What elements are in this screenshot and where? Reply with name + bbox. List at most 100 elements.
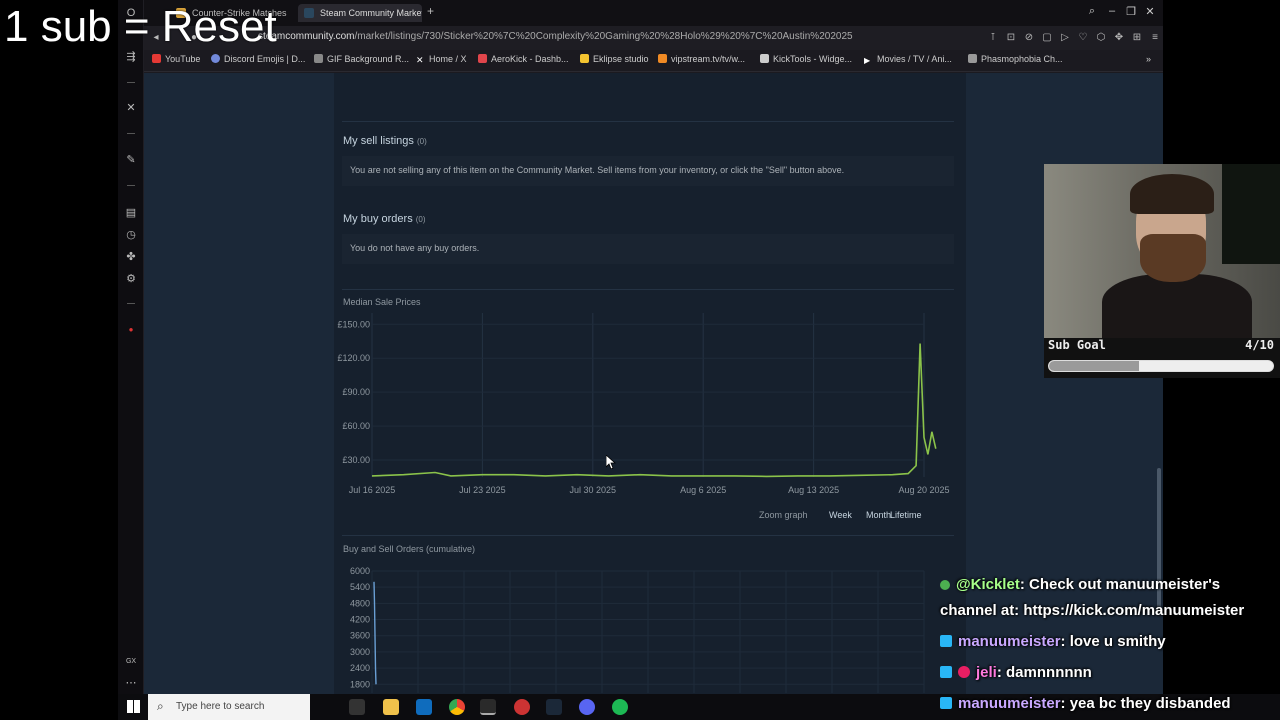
sub-goal-count: 4/10 bbox=[1245, 338, 1274, 352]
snapshot-icon[interactable]: ⊡ bbox=[1005, 32, 1017, 44]
webcam-feed bbox=[1044, 164, 1280, 338]
y-tick-label: 4200 bbox=[350, 615, 370, 625]
close-icon[interactable]: ✕ bbox=[1143, 5, 1157, 18]
minimize-icon[interactable]: – bbox=[1105, 5, 1119, 17]
gamepad-icon[interactable]: ✥ bbox=[1113, 32, 1125, 44]
sell-listings-box: You are not selling any of this item on … bbox=[342, 156, 954, 186]
shield-icon[interactable]: ⊘ bbox=[1023, 32, 1035, 44]
x-tick-label: Jul 23 2025 bbox=[459, 485, 506, 495]
bookmark-discord-emojis[interactable]: Discord Emojis | D... bbox=[211, 54, 305, 64]
vipstream-icon bbox=[658, 54, 667, 63]
sidebar-divider bbox=[127, 133, 135, 134]
webcam-shirt bbox=[1102, 274, 1252, 338]
search-tabs-icon[interactable]: ⌕ bbox=[1085, 5, 1099, 18]
new-tab-button[interactable]: + bbox=[427, 4, 434, 18]
moderator-badge-icon bbox=[958, 666, 970, 678]
bookmark-phasmophobia[interactable]: Phasmophobia Ch... bbox=[968, 54, 1063, 64]
buy-orders-title: My buy orders (0) bbox=[343, 213, 426, 225]
stream-overlay-title: 1 sub = Reset bbox=[4, 2, 277, 51]
gx-control-icon[interactable]: ⇶ bbox=[124, 50, 138, 64]
more-icon[interactable]: ⋯ bbox=[124, 676, 138, 690]
steam-taskbar-icon[interactable] bbox=[546, 699, 562, 715]
y-tick-label: 5400 bbox=[350, 582, 370, 592]
sidebar-divider bbox=[127, 185, 135, 186]
bookmarks-bar: YouTube Discord Emojis | D... GIF Backgr… bbox=[118, 50, 1163, 72]
grid-icon[interactable]: ⊞ bbox=[1131, 32, 1143, 44]
webcam-hair bbox=[1130, 174, 1214, 214]
y-tick-label: 6000 bbox=[350, 566, 370, 576]
median-price-line bbox=[371, 343, 937, 478]
x-tick-label: Aug 20 2025 bbox=[898, 485, 949, 495]
bookmark-vipstream[interactable]: vipstream.tv/tv/w... bbox=[658, 54, 745, 64]
zoom-lifetime-button[interactable]: Lifetime bbox=[890, 510, 922, 520]
url-text[interactable]: steamcommunity.com/market/listings/730/S… bbox=[258, 31, 853, 42]
app-icon[interactable] bbox=[514, 699, 530, 715]
webcam-beard bbox=[1140, 234, 1206, 282]
x-tick-label: Aug 13 2025 bbox=[788, 485, 839, 495]
settings-icon[interactable]: ⚙ bbox=[124, 272, 138, 286]
more-bookmarks-icon[interactable]: » bbox=[1146, 54, 1151, 64]
file-explorer-icon[interactable] bbox=[383, 699, 399, 715]
taskbar-search[interactable]: ⌕ Type here to search bbox=[148, 694, 310, 720]
orders-chart[interactable]: 1800 2400 3000 3600 4200 4800 5400 6000 bbox=[334, 563, 966, 693]
spotify-icon[interactable] bbox=[612, 699, 628, 715]
discord-taskbar-icon[interactable] bbox=[579, 699, 595, 715]
x-tick-label: Jul 16 2025 bbox=[349, 485, 396, 495]
play-icon[interactable]: ▷ bbox=[1059, 32, 1071, 44]
chrome-icon[interactable] bbox=[449, 699, 465, 715]
sub-goal-label: Sub Goal bbox=[1048, 338, 1106, 352]
bookmark-gif-background[interactable]: GIF Background R... bbox=[314, 54, 409, 64]
divider bbox=[342, 289, 954, 290]
search-icon: ⌕ bbox=[157, 699, 164, 713]
mouse-cursor-icon bbox=[606, 455, 616, 469]
bookmark-eklipse[interactable]: Eklipse studio bbox=[580, 54, 649, 64]
history-icon[interactable]: ◷ bbox=[124, 228, 138, 242]
bookmark-kicktools[interactable]: KickTools - Widge... bbox=[760, 54, 852, 64]
y-tick-label: £60.00 bbox=[342, 421, 370, 431]
aerokick-icon bbox=[478, 54, 487, 63]
chat-message: manuumeister: love u smithy bbox=[940, 633, 1166, 650]
heart-icon[interactable]: ♡ bbox=[1077, 32, 1089, 44]
opera-gx-icon[interactable] bbox=[480, 699, 496, 715]
restore-icon[interactable]: ❐ bbox=[1124, 5, 1138, 18]
outlook-icon[interactable] bbox=[416, 699, 432, 715]
chat-message-continuation: channel at: https://kick.com/manuumeiste… bbox=[940, 602, 1245, 619]
task-view-icon[interactable] bbox=[349, 699, 365, 715]
gx-icon[interactable]: GX bbox=[124, 655, 138, 669]
y-tick-label: 2400 bbox=[350, 663, 370, 673]
chat-message: @Kicklet: Check out manuumeister's bbox=[940, 576, 1220, 593]
youtube-icon bbox=[152, 54, 161, 63]
play-icon: ▶ bbox=[864, 56, 871, 65]
y-tick-label: £120.00 bbox=[337, 353, 370, 363]
chat-overlay: @Kicklet: Check out manuumeister's chann… bbox=[940, 576, 1280, 720]
x-icon: ✕ bbox=[416, 55, 424, 65]
phasmophobia-icon bbox=[968, 54, 977, 63]
bookmark-movies[interactable]: ▶ Movies / TV / Ani... bbox=[864, 54, 952, 65]
browser-sidebar: O ⇶ ✕ ✎ ▤ ◷ ✤ ⚙ ● GX ⋯ bbox=[118, 0, 144, 694]
median-price-chart[interactable]: Jul 16 2025 Jul 23 2025 Jul 30 2025 Aug 6 2… bbox=[334, 309, 966, 499]
y-tick-label: £150.00 bbox=[337, 319, 370, 329]
pin-icon[interactable]: ⊺ bbox=[987, 32, 999, 44]
extensions-icon[interactable]: ✤ bbox=[124, 250, 138, 264]
bookmark-home-x[interactable]: ✕ Home / X bbox=[416, 54, 467, 65]
y-tick-label: 3600 bbox=[350, 631, 370, 641]
zoom-week-button[interactable]: Week bbox=[829, 510, 852, 520]
buy-orders-box: You do not have any buy orders. bbox=[342, 234, 954, 264]
bookmark-youtube[interactable]: YouTube bbox=[152, 54, 200, 64]
book-icon[interactable]: ▤ bbox=[124, 206, 138, 220]
bookmark-aerokick[interactable]: AeroKick - Dashb... bbox=[478, 54, 569, 64]
buy-orders-count: (0) bbox=[415, 215, 426, 224]
menu-icon[interactable]: ≡ bbox=[1149, 32, 1161, 44]
windows-start-icon[interactable] bbox=[127, 700, 140, 713]
orders-line bbox=[373, 581, 377, 685]
zoom-month-button[interactable]: Month bbox=[866, 510, 891, 520]
brush-icon[interactable]: ✎ bbox=[124, 153, 138, 167]
record-icon[interactable]: ● bbox=[124, 323, 138, 337]
cube-icon[interactable]: ⬡ bbox=[1095, 32, 1107, 44]
x-tick-label: Aug 6 2025 bbox=[680, 485, 726, 495]
tab-steam-market[interactable]: Steam Community Market bbox=[298, 4, 422, 22]
y-tick-label: 1800 bbox=[350, 679, 370, 689]
extension-icon[interactable]: ▢ bbox=[1041, 32, 1053, 44]
x-icon[interactable]: ✕ bbox=[124, 101, 138, 115]
tab-label: Steam Community Market bbox=[320, 8, 422, 18]
